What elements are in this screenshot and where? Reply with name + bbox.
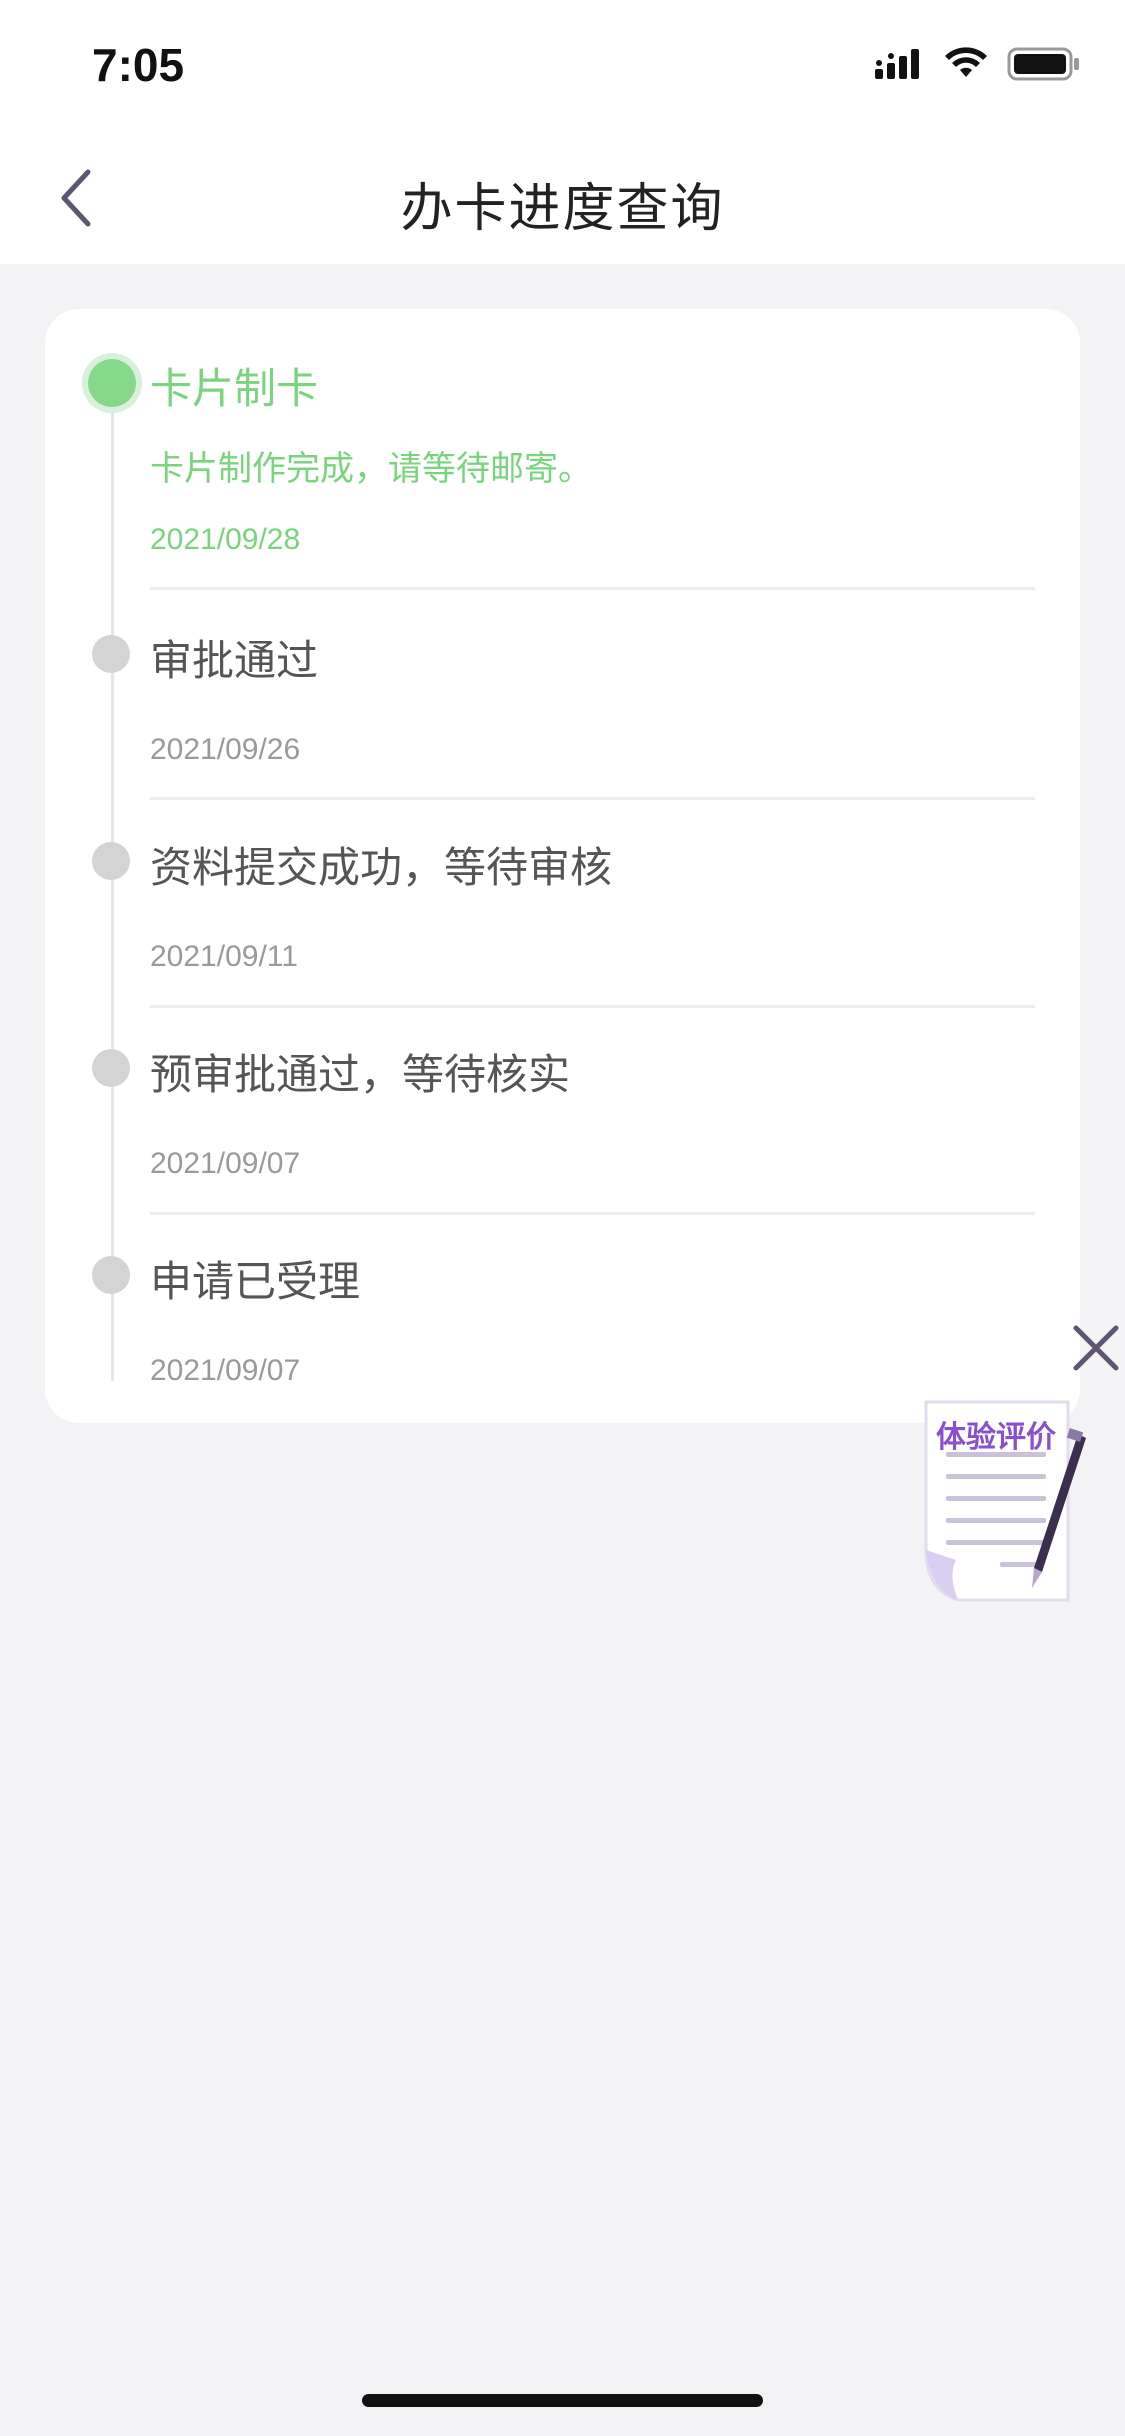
- timeline-line: [111, 381, 114, 1381]
- home-indicator: [362, 2394, 763, 2407]
- divider: [150, 797, 1035, 800]
- step-title: 卡片制卡: [150, 364, 319, 413]
- step-description: 卡片制作完成，请等待邮寄。: [150, 449, 592, 489]
- progress-card: 卡片制卡 卡片制作完成，请等待邮寄。 2021/09/28 审批通过 2021/…: [45, 309, 1080, 1423]
- feedback-label: 体验评价: [936, 1420, 1056, 1455]
- step-date: 2021/09/11: [150, 940, 298, 973]
- divider: [150, 1005, 1035, 1008]
- close-feedback-button[interactable]: [1066, 1318, 1125, 1378]
- step-dot: [92, 1049, 130, 1087]
- step-date: 2021/09/07: [150, 1147, 301, 1180]
- feedback-widget[interactable]: 体验评价: [918, 1400, 1088, 1610]
- step-title: 资料提交成功，等待审核: [150, 843, 613, 892]
- step-title: 审批通过: [150, 636, 319, 685]
- step-date: 2021/09/26: [150, 733, 301, 766]
- step-dot: [92, 842, 130, 880]
- status-icons: [875, 46, 1081, 82]
- step-title: 预审批通过，等待核实: [150, 1050, 571, 1099]
- step-dot-active: [88, 359, 136, 407]
- close-icon: [1073, 1325, 1119, 1371]
- step-title: 申请已受理: [150, 1257, 361, 1306]
- step-dot: [92, 635, 130, 673]
- step-dot: [92, 1256, 130, 1294]
- signal-icon: [875, 49, 919, 79]
- status-time: 7:05: [92, 39, 185, 91]
- divider: [150, 1212, 1035, 1215]
- divider: [150, 587, 1035, 590]
- battery-icon: [1007, 47, 1079, 81]
- nav-bar: 办卡进度查询: [0, 132, 1125, 264]
- status-bar: 7:05: [0, 0, 1125, 132]
- step-date: 2021/09/07: [150, 1354, 301, 1387]
- wifi-icon: [945, 47, 987, 77]
- page-title: 办卡进度查询: [400, 179, 725, 239]
- step-date: 2021/09/28: [150, 523, 301, 556]
